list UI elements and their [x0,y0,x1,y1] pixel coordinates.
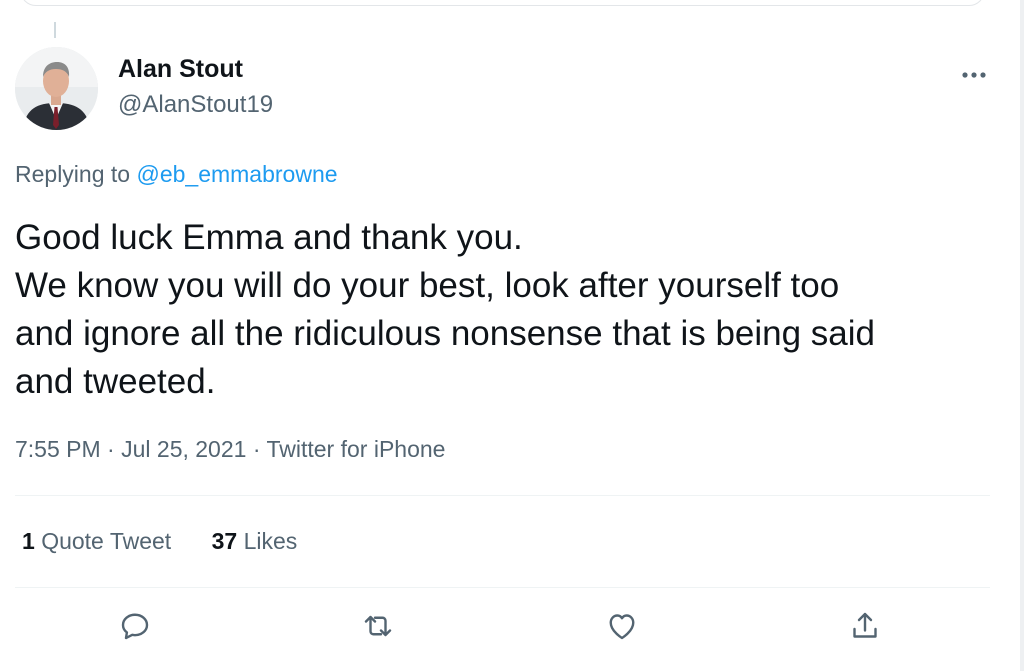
share-icon [853,612,877,638]
author-handle[interactable]: @AlanStout19 [118,91,273,119]
likes-label: Likes [243,528,298,554]
like-icon [609,614,635,640]
retweet-button[interactable] [360,608,400,648]
tweet-time[interactable]: 7:55 PM [15,436,101,462]
previous-tweet-card [20,0,985,6]
tweet-source[interactable]: Twitter for iPhone [266,436,445,462]
divider [15,587,990,588]
profile-photo-icon [15,47,98,130]
scrollbar-track[interactable] [1020,0,1024,671]
quote-count: 1 [22,528,35,554]
more-options-icon[interactable] [961,66,987,78]
replying-to-label: Replying to [15,161,131,187]
share-button[interactable] [847,608,887,648]
thread-connector-line [54,22,56,38]
tweet-stats: 1 Quote Tweet 37 Likes [22,528,331,555]
likes-stat[interactable]: 37 Likes [212,528,298,555]
action-bar [0,608,1024,648]
quote-tweets-stat[interactable]: 1 Quote Tweet [22,528,171,555]
tweet-text: Good luck Emma and thank you. We know yo… [15,214,1005,406]
like-button[interactable] [604,608,644,648]
tweet-line: Good luck Emma and thank you. [15,218,523,257]
reply-button[interactable] [117,608,157,648]
retweet-icon [364,615,392,637]
reply-icon [121,613,149,640]
tweet-date[interactable]: Jul 25, 2021 [121,436,246,462]
replying-to: Replying to @eb_emmabrowne [15,161,338,188]
tweet-meta: 7:55 PM · Jul 25, 2021 · Twitter for iPh… [15,436,445,463]
author-name[interactable]: Alan Stout [118,55,243,84]
quote-label: Quote Tweet [41,528,172,554]
avatar[interactable] [15,47,98,130]
divider [15,495,990,496]
tweet-line: We know you will do your best, look afte… [15,266,840,305]
meta-separator: · [252,436,261,462]
reply-mention-link[interactable]: @eb_emmabrowne [136,161,337,187]
tweet-line: and ignore all the ridiculous nonsense t… [15,314,876,353]
likes-count: 37 [211,528,238,554]
meta-separator: · [107,436,115,462]
tweet-line: and tweeted. [15,362,216,401]
